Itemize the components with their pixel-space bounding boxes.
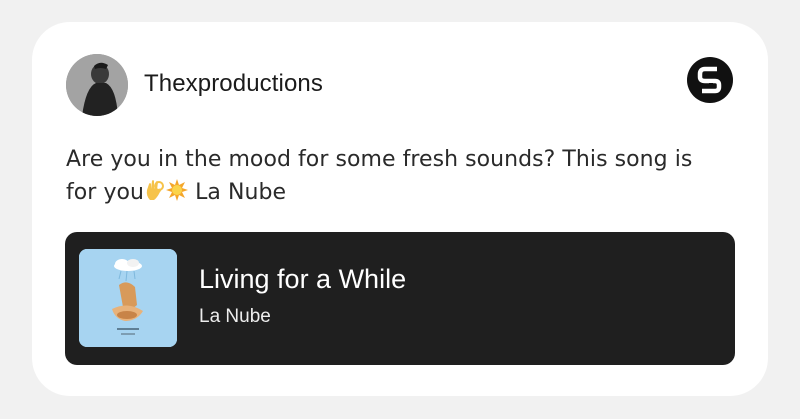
post-text: Are you in the mood for some fresh sound… <box>66 143 726 212</box>
post-mention: La Nube <box>188 180 287 205</box>
sun-icon <box>166 178 189 212</box>
track-title[interactable]: Living for a While <box>199 264 406 295</box>
track-artist[interactable]: La Nube <box>199 306 271 328</box>
author-name[interactable]: Thexproductions <box>144 70 323 98</box>
ok-hand-icon <box>144 178 166 212</box>
brand-logo-icon[interactable] <box>686 56 734 104</box>
track-card[interactable]: Living for a While La Nube <box>65 232 735 365</box>
album-cover[interactable] <box>79 249 177 347</box>
post-card: Thexproductions Are you in the mood for … <box>32 22 768 396</box>
avatar[interactable] <box>66 54 128 116</box>
